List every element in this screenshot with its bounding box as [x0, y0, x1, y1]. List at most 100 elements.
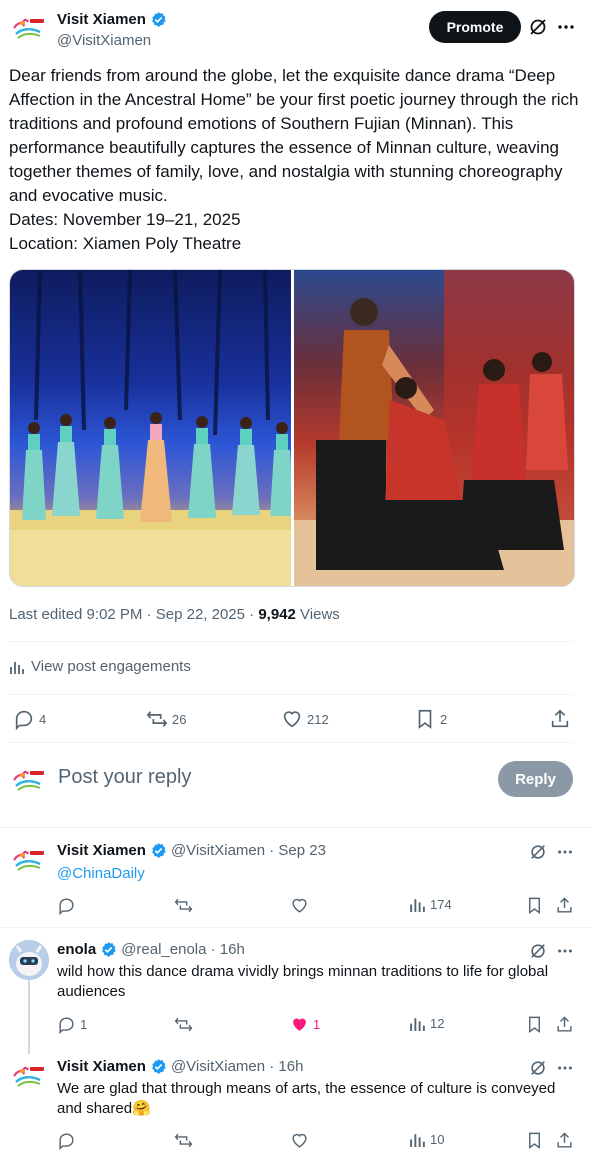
comment-like-button[interactable]: [290, 1131, 313, 1150]
comment-reply-button[interactable]: [57, 896, 80, 915]
bookmark-icon: [529, 897, 540, 915]
heart-icon: [283, 711, 301, 728]
verified-badge-icon: [150, 842, 167, 859]
divider: [0, 927, 592, 928]
reply-button[interactable]: 4: [13, 708, 46, 730]
more-options-icon[interactable]: [556, 17, 576, 37]
analytics-icon: [410, 1134, 425, 1147]
comment-like-button[interactable]: 1: [290, 1015, 320, 1034]
bookmark-icon: [418, 709, 432, 729]
grok-icon[interactable]: [528, 17, 548, 37]
repost-count: 26: [172, 711, 187, 727]
share-icon: [557, 1132, 572, 1148]
comment-bookmark-button[interactable]: [525, 896, 544, 915]
comment-meta[interactable]: @VisitXiamen · Sep 23: [171, 842, 326, 859]
analytics-icon: [410, 1018, 425, 1031]
comment-avatar[interactable]: [9, 1058, 47, 1096]
enola-avatar[interactable]: [9, 940, 49, 980]
comment-reply-count: 1: [80, 1017, 88, 1032]
post-text: Dear friends from around the globe, let …: [9, 66, 579, 253]
comment-like-count: 1: [313, 1017, 321, 1032]
comment-bookmark-button[interactable]: [525, 1015, 544, 1034]
divider: [0, 827, 592, 828]
comment-meta[interactable]: @real_enola · 16h: [121, 941, 245, 958]
reply-avatar: [9, 762, 47, 800]
reply-count: 4: [39, 711, 47, 727]
comment-views-button[interactable]: 12: [409, 1015, 444, 1032]
bookmark-icon: [529, 1132, 540, 1150]
grok-icon[interactable]: [529, 843, 547, 861]
comment-views-button[interactable]: 10: [409, 1131, 444, 1148]
like-count: 212: [307, 711, 329, 727]
comment-views-count: 12: [430, 1016, 445, 1031]
comment-text[interactable]: @ChinaDaily: [57, 864, 577, 884]
reply-icon: [59, 898, 74, 915]
verified-badge-icon: [150, 1058, 167, 1075]
promote-button[interactable]: Promote: [429, 11, 521, 43]
analytics-icon: [410, 899, 425, 912]
comment-header: Visit Xiamen @VisitXiamen · Sep 23: [57, 842, 326, 859]
repost-icon: [174, 1133, 193, 1148]
visit-xiamen-logo[interactable]: [9, 10, 47, 48]
bookmark-count: 2: [440, 711, 448, 727]
comment-reply-button[interactable]: [57, 1131, 80, 1150]
share-button[interactable]: [549, 708, 571, 730]
comment-like-button[interactable]: [290, 896, 313, 915]
comment-author-name[interactable]: enola: [57, 941, 96, 958]
views-count: 9,942: [258, 606, 296, 623]
post-media[interactable]: [9, 269, 575, 587]
view-engagements-label: View post engagements: [31, 658, 191, 675]
comment-share-button[interactable]: [555, 1131, 574, 1150]
comment-reply-button[interactable]: 1: [57, 1015, 87, 1034]
thread-line: [28, 980, 30, 1054]
grok-icon[interactable]: [529, 1059, 547, 1077]
divider: [9, 742, 574, 743]
comment-author-name[interactable]: Visit Xiamen: [57, 842, 146, 859]
comment-author-name[interactable]: Visit Xiamen: [57, 1058, 146, 1075]
repost-button[interactable]: 26: [146, 708, 186, 730]
verified-badge-icon: [150, 11, 167, 28]
divider: [9, 694, 574, 695]
comment-share-button[interactable]: [555, 896, 574, 915]
repost-icon: [174, 898, 193, 913]
comment-bookmark-button[interactable]: [525, 1131, 544, 1150]
post-timestamp: Last edited 9:02 PM · Sep 22, 2025 · 9,9…: [9, 606, 340, 623]
comment-repost-button[interactable]: [174, 1015, 197, 1034]
share-icon: [551, 709, 569, 728]
reply-icon: [59, 1017, 74, 1034]
bookmark-icon: [529, 1016, 540, 1034]
reply-icon: [59, 1133, 74, 1150]
comment-views-button[interactable]: 174: [409, 896, 452, 913]
comment-meta[interactable]: @VisitXiamen · 16h: [171, 1058, 304, 1075]
comment-header: Visit Xiamen @VisitXiamen · 16h: [57, 1058, 303, 1075]
more-options-icon[interactable]: [556, 1059, 574, 1077]
comment-header: enola @real_enola · 16h: [57, 941, 245, 958]
grok-icon[interactable]: [529, 942, 547, 960]
heart-icon: [292, 1133, 307, 1148]
dance-photo-right[interactable]: [294, 270, 574, 586]
divider: [9, 641, 574, 642]
comment-repost-button[interactable]: [174, 896, 197, 915]
comment-views-count: 10: [430, 1132, 445, 1147]
post-edited-time: Last edited 9:02 PM · Sep 22, 2025 ·: [9, 606, 259, 623]
dance-photo-left[interactable]: [10, 270, 291, 586]
bookmark-button[interactable]: 2: [414, 708, 447, 730]
post-author-handle[interactable]: @VisitXiamen: [57, 32, 151, 49]
comment-text: wild how this dance drama vividly brings…: [57, 963, 549, 1000]
reply-input[interactable]: Post your reply: [58, 766, 191, 789]
repost-icon: [146, 711, 168, 727]
share-icon: [557, 1016, 572, 1032]
more-options-icon[interactable]: [556, 942, 574, 960]
comment-repost-button[interactable]: [174, 1131, 197, 1150]
reply-submit-button[interactable]: Reply: [498, 761, 573, 797]
share-icon: [557, 897, 572, 913]
like-button[interactable]: 212: [281, 708, 329, 730]
reply-icon: [15, 710, 33, 730]
comment-avatar[interactable]: [9, 842, 47, 880]
comment-views-count: 174: [430, 897, 452, 912]
view-engagements-link[interactable]: View post engagements: [9, 658, 191, 675]
post-author-name[interactable]: Visit Xiamen: [57, 11, 146, 28]
comment-text: We are glad that through means of arts, …: [57, 1080, 556, 1117]
more-options-icon[interactable]: [556, 843, 574, 861]
comment-share-button[interactable]: [555, 1015, 574, 1034]
